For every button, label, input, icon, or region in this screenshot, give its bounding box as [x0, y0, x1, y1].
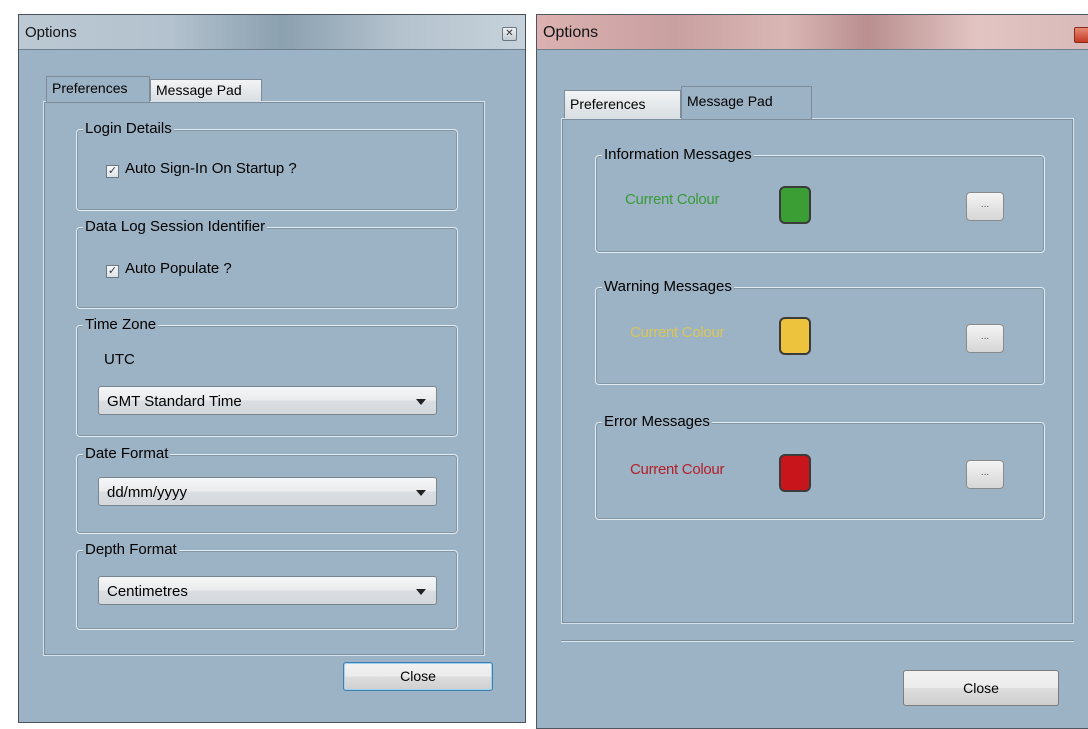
group-warning-messages: Warning Messages Current Colour ...	[595, 278, 1045, 385]
date-format-dropdown[interactable]: dd/mm/yyyy	[98, 477, 437, 506]
group-depth-format: Depth Format Centimetres	[76, 541, 458, 630]
group-legend: Error Messages	[602, 413, 712, 430]
depth-format-dropdown[interactable]: Centimetres	[98, 576, 437, 605]
current-colour-label: Current Colour	[630, 461, 725, 478]
current-colour-label: Current Colour	[625, 191, 720, 208]
group-legend: Login Details	[83, 120, 174, 137]
dropdown-value: dd/mm/yyyy	[107, 484, 188, 501]
window-title: Options	[543, 24, 599, 41]
check-icon: ✓	[106, 265, 119, 278]
check-icon: ✓	[106, 165, 119, 178]
checkbox-label: Auto Sign-In On Startup ?	[125, 160, 297, 177]
dropdown-value: GMT Standard Time	[107, 393, 242, 410]
tab-label: Preferences	[52, 80, 128, 96]
options-window-message-pad: Options Preferences Message Pad Informat…	[536, 14, 1088, 729]
time-zone-dropdown[interactable]: GMT Standard Time	[98, 386, 437, 415]
separator	[561, 640, 1074, 642]
dropdown-value: Centimetres	[107, 583, 188, 600]
close-icon[interactable]: ✕	[502, 27, 517, 41]
current-colour-label: Current Colour	[630, 324, 725, 341]
window-client: Preferences Message Pad Information Mess…	[537, 49, 1088, 728]
group-legend: Data Log Session Identifier	[83, 218, 268, 235]
colour-swatch[interactable]	[779, 186, 811, 224]
group-information-messages: Information Messages Current Colour ...	[595, 146, 1045, 253]
group-login-details: Login Details ✓ Auto Sign-In On Startup ?	[76, 120, 458, 211]
tab-message-pad[interactable]: Message Pad	[150, 79, 262, 102]
tab-label: Preferences	[570, 96, 646, 112]
group-error-messages: Error Messages Current Colour ...	[595, 413, 1045, 520]
tab-label: Message Pad	[156, 82, 242, 98]
choose-colour-button[interactable]: ...	[966, 192, 1004, 221]
group-legend: Depth Format	[83, 541, 179, 558]
close-icon[interactable]	[1074, 27, 1088, 43]
chevron-down-icon	[416, 399, 426, 405]
close-button[interactable]: Close	[903, 670, 1059, 706]
colour-swatch[interactable]	[779, 454, 811, 492]
auto-populate-checkbox[interactable]: ✓ Auto Populate ?	[106, 260, 232, 278]
choose-colour-button[interactable]: ...	[966, 460, 1004, 489]
group-legend: Time Zone	[83, 316, 159, 333]
window-client: Preferences Message Pad Login Details ✓ A…	[19, 49, 525, 722]
tab-message-pad[interactable]: Message Pad	[681, 86, 812, 119]
group-time-zone: Time Zone UTC GMT Standard Time	[76, 316, 458, 437]
group-legend: Warning Messages	[602, 278, 734, 295]
window-title: Options	[25, 24, 77, 41]
group-legend: Date Format	[83, 445, 171, 462]
auto-sign-in-checkbox[interactable]: ✓ Auto Sign-In On Startup ?	[106, 160, 297, 178]
close-button[interactable]: Close	[343, 662, 493, 691]
title-bar[interactable]: Options ✕	[19, 15, 525, 49]
chevron-down-icon	[416, 589, 426, 595]
group-legend: Information Messages	[602, 146, 754, 163]
group-date-format: Date Format dd/mm/yyyy	[76, 445, 458, 534]
tab-preferences[interactable]: Preferences	[564, 90, 681, 118]
tab-preferences[interactable]: Preferences	[46, 76, 150, 102]
utc-label: UTC	[104, 351, 135, 368]
tab-label: Message Pad	[687, 93, 773, 109]
checkbox-label: Auto Populate ?	[125, 260, 232, 277]
chevron-down-icon	[416, 490, 426, 496]
choose-colour-button[interactable]: ...	[966, 324, 1004, 353]
title-bar[interactable]: Options	[537, 15, 1088, 49]
group-data-log-session: Data Log Session Identifier ✓ Auto Popula…	[76, 218, 458, 309]
options-window-preferences: Options ✕ Preferences Message Pad Login …	[18, 14, 526, 723]
colour-swatch[interactable]	[779, 317, 811, 355]
